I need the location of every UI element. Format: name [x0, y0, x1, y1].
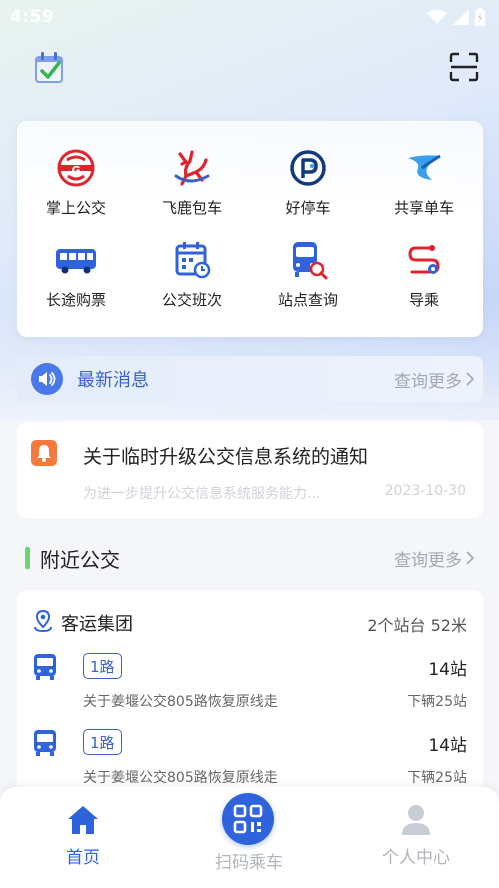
stop-info: 2个站台 52米	[367, 616, 467, 635]
coach-bus-icon	[56, 249, 96, 274]
service-parking[interactable]: 好停车	[250, 146, 366, 218]
service-stop-search[interactable]: 站点查询	[250, 238, 366, 310]
latest-news-bar[interactable]: 最新消息 查询更多	[17, 356, 483, 402]
service-label: 导乘	[408, 291, 439, 309]
route-next-bus: 下辆25站	[407, 770, 467, 786]
status-icons	[427, 8, 485, 26]
nearby-section-header: 附近公交 查询更多	[17, 540, 483, 576]
news-card[interactable]: 关于临时升级公交信息系统的通知 为进一步提升公交信息系统服务能力... 2023…	[17, 422, 483, 518]
news-date: 2023-10-30	[384, 483, 466, 499]
schedule-icon	[175, 242, 211, 279]
stop-name: 客运集团	[61, 614, 133, 635]
tab-home-label: 首页	[66, 848, 100, 868]
status-bar: 4:59	[0, 0, 499, 34]
services-grid: G 掌上公交 飞鹿包车 好停车 共享单车 长途购票 公交班次 站点查询 导乘	[18, 146, 482, 310]
calendar-check-icon[interactable]	[33, 50, 67, 86]
qr-code-icon	[233, 804, 263, 834]
route-description: 关于姜堰公交805路恢复原线走	[83, 694, 278, 710]
home-icon	[68, 806, 98, 834]
parking-icon	[290, 150, 326, 186]
status-time: 4:59	[10, 7, 55, 27]
service-label: 掌上公交	[45, 199, 106, 217]
battery-icon	[475, 8, 485, 26]
service-label: 站点查询	[277, 291, 338, 309]
route-badge: 1路	[83, 729, 122, 755]
nearby-more-label: 查询更多	[394, 550, 462, 571]
chevron-right-icon	[466, 372, 475, 386]
service-label: 公交班次	[161, 291, 222, 309]
route-next-bus: 下辆25站	[407, 694, 467, 710]
tab-profile[interactable]: 个人中心	[333, 787, 499, 888]
wifi-icon	[427, 9, 447, 24]
bell-icon	[31, 440, 57, 466]
section-accent-bar	[25, 547, 30, 569]
service-label: 飞鹿包车	[161, 199, 222, 217]
service-label: 共享单车	[393, 199, 454, 217]
service-label: 好停车	[285, 199, 331, 217]
news-more-link[interactable]: 查询更多	[394, 367, 475, 392]
user-icon	[402, 805, 430, 835]
bus-icon	[34, 654, 56, 680]
stop-search-icon	[293, 242, 328, 280]
deer-icon	[174, 150, 210, 186]
service-coach-ticket[interactable]: 长途购票	[18, 238, 134, 310]
route-row[interactable]: 1路 14站 关于姜堰公交805路恢复原线走 下辆25站	[17, 653, 483, 725]
route-description: 关于姜堰公交805路恢复原线走	[83, 770, 278, 786]
service-guide[interactable]: 导乘	[366, 238, 482, 310]
bottom-tab-bar: 首页 扫码乘车 个人中心	[0, 787, 499, 888]
tab-scan-ride-label: 扫码乘车	[215, 853, 283, 873]
bike-icon	[408, 154, 441, 180]
svg-text:G: G	[71, 164, 80, 177]
signal-icon	[453, 9, 469, 25]
scan-icon[interactable]	[449, 52, 479, 82]
speaker-icon	[31, 363, 63, 395]
chevron-right-icon	[466, 551, 475, 565]
news-more-label: 查询更多	[394, 371, 462, 392]
route-guide-icon	[408, 245, 440, 274]
service-label: 长途购票	[45, 291, 106, 309]
service-bus[interactable]: G 掌上公交	[18, 146, 134, 218]
bus-logo-icon: G	[57, 149, 95, 187]
news-summary: 为进一步提升公交信息系统服务能力...	[83, 486, 321, 502]
tab-profile-label: 个人中心	[382, 848, 450, 868]
bus-icon	[34, 730, 56, 756]
nearby-bus-card: 客运集团 2个站台 52米 1路 14站 关于姜堰公交805路恢复原线走 下辆2…	[17, 590, 483, 820]
service-schedule[interactable]: 公交班次	[134, 238, 250, 310]
tab-scan-ride[interactable]: 扫码乘车	[166, 787, 332, 888]
service-charter[interactable]: 飞鹿包车	[134, 146, 250, 218]
scan-ride-button[interactable]	[222, 793, 274, 845]
tab-home[interactable]: 首页	[0, 787, 166, 888]
route-stations: 14站	[428, 736, 467, 756]
nearby-more-link[interactable]: 查询更多	[394, 546, 475, 571]
latest-news-title: 最新消息	[77, 370, 149, 391]
route-stations: 14站	[428, 660, 467, 680]
route-badge: 1路	[83, 653, 122, 679]
app-header	[0, 46, 499, 90]
services-card: G 掌上公交 飞鹿包车 好停车 共享单车 长途购票 公交班次 站点查询 导乘	[17, 121, 483, 337]
location-pin-icon	[34, 610, 52, 632]
service-bike[interactable]: 共享单车	[366, 146, 482, 218]
nearby-section-title: 附近公交	[40, 547, 120, 572]
news-title: 关于临时升级公交信息系统的通知	[83, 446, 369, 468]
stop-row[interactable]: 客运集团 2个站台 52米	[17, 608, 483, 636]
